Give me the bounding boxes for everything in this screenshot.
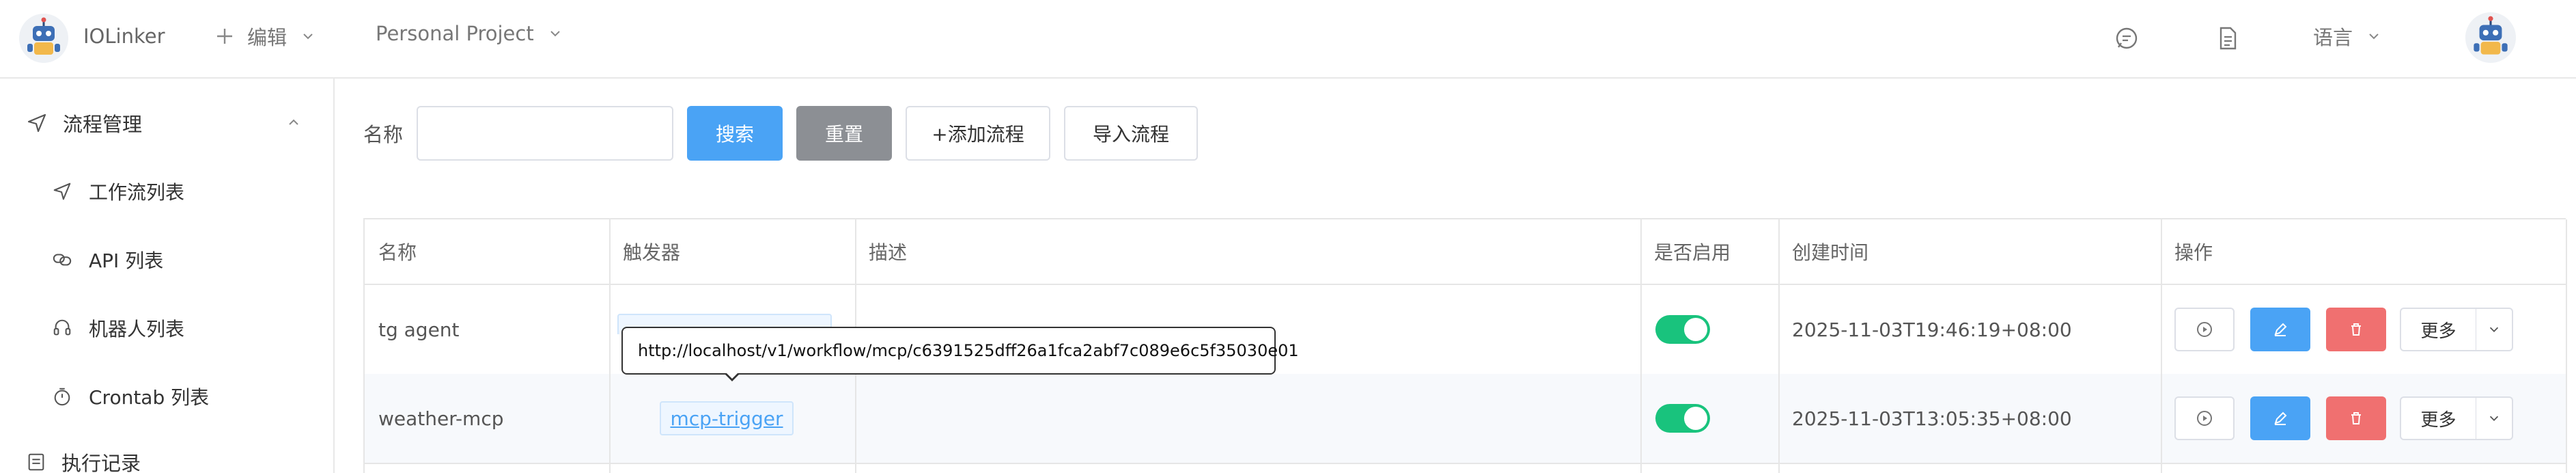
column-divider xyxy=(2161,219,2162,473)
play-icon xyxy=(2197,322,2212,337)
more-chevron-button[interactable] xyxy=(2476,308,2513,351)
row-name: tg agent xyxy=(378,318,460,341)
robot-logo-icon[interactable] xyxy=(19,14,68,63)
trash-icon xyxy=(2351,412,2361,424)
headset-icon xyxy=(53,319,71,336)
column-divider xyxy=(2566,219,2567,473)
chevron-down-icon xyxy=(550,31,560,37)
sidebar-group-workflow-management[interactable]: 流程管理 xyxy=(26,106,313,140)
sidebar-item-label: Crontab 列表 xyxy=(89,386,210,409)
more-button[interactable]: 更多 xyxy=(2400,396,2476,440)
column-header-actions: 操作 xyxy=(2174,241,2213,264)
more-dropdown[interactable]: 更多 xyxy=(2400,308,2513,351)
column-header-name: 名称 xyxy=(378,241,417,264)
column-divider xyxy=(1640,219,1642,473)
pencil-icon xyxy=(2274,323,2287,336)
run-button[interactable] xyxy=(2174,308,2235,351)
pencil-icon xyxy=(2274,411,2287,425)
edit-label: 编辑 xyxy=(247,26,288,49)
send-icon xyxy=(53,183,71,200)
reset-button[interactable]: 重置 xyxy=(796,106,892,161)
more-dropdown[interactable]: 更多 xyxy=(2400,396,2513,440)
import-workflow-button[interactable]: 导入流程 xyxy=(1064,106,1198,161)
column-header-created-at: 创建时间 xyxy=(1792,241,1869,264)
tooltip-arrow xyxy=(724,372,740,381)
language-selector[interactable]: 语言 xyxy=(2313,22,2381,51)
search-name-label: 名称 xyxy=(363,123,404,146)
sidebar-item-label: 执行记录 xyxy=(61,452,141,473)
play-icon xyxy=(2197,411,2212,426)
plus-icon xyxy=(217,29,232,44)
top-header: IOLinker 编辑 Personal Project 语言 xyxy=(0,0,2576,79)
language-label: 语言 xyxy=(2313,26,2353,49)
column-divider xyxy=(609,219,611,473)
chevron-down-icon xyxy=(303,33,313,40)
sidebar-item-execution-records[interactable]: 执行记录 xyxy=(26,448,141,473)
trigger-url-tooltip: http://localhost/v1/workflow/mcp/c639152… xyxy=(621,327,1299,375)
column-header-trigger: 触发器 xyxy=(623,241,681,264)
chevron-down-icon xyxy=(2489,416,2499,422)
sidebar-item-crontab-list[interactable]: Crontab 列表 xyxy=(52,379,311,414)
chevron-up-icon xyxy=(289,119,298,125)
edit-menu[interactable]: 编辑 xyxy=(214,22,316,51)
more-button[interactable]: 更多 xyxy=(2400,308,2476,351)
main-content: 名称 搜索 重置 +添加流程 导入流程 名称 触发器 描述 是否启用 创建时间 … xyxy=(336,79,2576,473)
trigger-tag[interactable]: mcp-trigger xyxy=(660,401,794,435)
sidebar-item-label: 机器人列表 xyxy=(89,318,185,340)
trash-icon xyxy=(2351,323,2361,336)
project-label: Personal Project xyxy=(376,22,534,45)
chat-icon[interactable] xyxy=(2113,25,2140,52)
sidebar-item-workflow-list[interactable]: 工作流列表 xyxy=(52,174,311,208)
sidebar-group-label: 流程管理 xyxy=(63,113,143,136)
user-avatar-robot-icon[interactable] xyxy=(2465,12,2516,63)
column-header-description: 描述 xyxy=(869,241,908,264)
divider xyxy=(365,463,2567,464)
sidebar-item-api-list[interactable]: API 列表 xyxy=(52,243,311,277)
enabled-toggle[interactable] xyxy=(1655,315,1710,344)
row-created-at: 2025-11-03T13:05:35+08:00 xyxy=(1792,407,2072,430)
search-input[interactable] xyxy=(417,106,673,161)
edit-button[interactable] xyxy=(2250,396,2310,440)
more-chevron-button[interactable] xyxy=(2476,396,2513,440)
sidebar-item-robot-list[interactable]: 机器人列表 xyxy=(52,311,311,345)
send-icon xyxy=(27,113,46,133)
row-name: weather-mcp xyxy=(378,407,504,430)
column-header-enabled: 是否启用 xyxy=(1654,241,1731,264)
enabled-toggle[interactable] xyxy=(1655,404,1710,433)
table-row: weather-mcp mcp-trigger 2025-11-03T13:05… xyxy=(365,374,2567,463)
sidebar: 流程管理 工作流列表 API 列表 机器人列表 Crontab 列表 执行记录 xyxy=(0,79,335,473)
run-button[interactable] xyxy=(2174,396,2235,440)
chevron-down-icon xyxy=(2369,33,2379,40)
project-selector[interactable]: Personal Project xyxy=(376,22,563,45)
chevron-down-icon xyxy=(2489,327,2499,333)
list-icon xyxy=(28,453,44,471)
sidebar-item-label: API 列表 xyxy=(89,249,164,272)
sidebar-item-label: 工作流列表 xyxy=(89,181,185,204)
add-workflow-button[interactable]: +添加流程 xyxy=(906,106,1050,161)
timer-icon xyxy=(54,388,70,406)
delete-button[interactable] xyxy=(2326,308,2386,351)
row-created-at: 2025-11-03T19:46:19+08:00 xyxy=(1792,318,2072,341)
column-divider xyxy=(1778,219,1780,473)
search-button[interactable]: 搜索 xyxy=(687,106,783,161)
edit-button[interactable] xyxy=(2250,308,2310,351)
delete-button[interactable] xyxy=(2326,396,2386,440)
document-icon[interactable] xyxy=(2214,25,2241,52)
app-name: IOLinker xyxy=(83,25,165,48)
link-icon xyxy=(53,254,72,266)
